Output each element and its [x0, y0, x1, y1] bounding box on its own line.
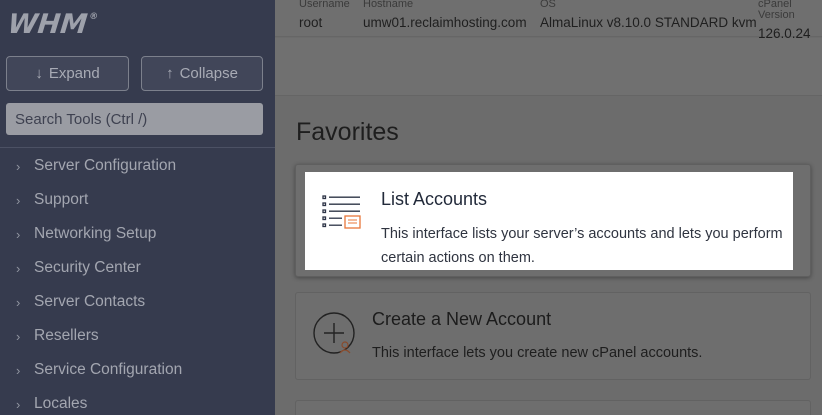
- collapse-button[interactable]: ↑ Collapse: [141, 56, 263, 91]
- sidebar-item-label: Support: [34, 191, 89, 208]
- registered-mark: ®: [88, 12, 99, 22]
- card-title[interactable]: List Accounts: [381, 189, 487, 210]
- chevron-right-icon: ›: [16, 226, 21, 242]
- sidebar-item-label: Networking Setup: [34, 225, 157, 242]
- sidebar-item-networking-setup[interactable]: › Networking Setup: [0, 217, 275, 251]
- highlighted-card-body: List Accounts This interface lists your …: [305, 172, 793, 270]
- expand-label: Expand: [48, 65, 100, 82]
- username-header: Username: [299, 0, 350, 10]
- sidebar-item-support[interactable]: › Support: [0, 183, 275, 217]
- header-band: [275, 38, 822, 96]
- search-placeholder: Search Tools (Ctrl /): [15, 110, 148, 128]
- sidebar-nav: › Server Configuration › Support › Networki…: [0, 149, 275, 415]
- card-description: This interface lists your server’s accou…: [381, 226, 783, 266]
- chevron-right-icon: ›: [16, 158, 21, 174]
- sidebar-item-label: Security Center: [34, 259, 141, 276]
- sidebar-item-service-configuration[interactable]: › Service Configuration: [0, 353, 275, 387]
- sidebar-item-resellers[interactable]: › Resellers: [0, 319, 275, 353]
- sidebar-item-security-center[interactable]: › Security Center: [0, 251, 275, 285]
- username-value: root: [299, 15, 323, 30]
- favorite-card-create-account[interactable]: Create a New Account This interface lets…: [295, 292, 811, 380]
- logo-text: WHM: [6, 9, 89, 40]
- hostname-header: Hostname: [363, 0, 414, 10]
- hostname-column: Hostname umw01.reclaimhosting.com: [363, 0, 527, 30]
- create-account-icon: [313, 312, 355, 354]
- os-column: OS AlmaLinux v8.10.0 STANDARD kvm: [540, 0, 757, 30]
- arrow-down-icon: ↓: [35, 65, 43, 82]
- sidebar-item-server-contacts[interactable]: › Server Contacts: [0, 285, 275, 319]
- favorite-card-partial[interactable]: [295, 400, 811, 415]
- sidebar-divider: [0, 147, 275, 148]
- favorites-title: Favorites: [296, 118, 399, 146]
- chevron-right-icon: ›: [16, 396, 21, 412]
- sidebar-item-label: Service Configuration: [34, 361, 183, 378]
- sidebar-item-server-configuration[interactable]: › Server Configuration: [0, 149, 275, 183]
- sidebar-item-label: Server Contacts: [34, 293, 146, 310]
- version-value: 126.0.24: [758, 26, 811, 41]
- server-info-bar: Username root Hostname umw01.reclaimhost…: [275, 0, 822, 41]
- chevron-right-icon: ›: [16, 260, 21, 276]
- sidebar-item-label: Locales: [34, 395, 88, 412]
- collapse-label: Collapse: [179, 65, 238, 82]
- version-column: cPanel Version 126.0.24: [758, 0, 822, 41]
- list-accounts-icon: [322, 195, 361, 229]
- favorite-card-list-accounts[interactable]: List Accounts This interface lists your …: [295, 164, 811, 277]
- expand-button[interactable]: ↓ Expand: [6, 56, 129, 91]
- chevron-right-icon: ›: [16, 362, 21, 378]
- version-header: cPanel Version: [758, 0, 795, 21]
- sidebar-item-locales[interactable]: › Locales: [0, 387, 275, 415]
- hostname-value: umw01.reclaimhosting.com: [363, 15, 527, 30]
- username-column: Username root: [299, 0, 350, 30]
- card-title[interactable]: Create a New Account: [372, 309, 551, 330]
- whm-logo[interactable]: WHM®: [6, 9, 98, 40]
- os-header: OS: [540, 0, 556, 10]
- sidebar: WHM® ↓ Expand ↑ Collapse Search Tools (C…: [0, 0, 275, 415]
- os-value: AlmaLinux v8.10.0 STANDARD kvm: [540, 15, 757, 30]
- sidebar-item-label: Server Configuration: [34, 157, 177, 174]
- chevron-right-icon: ›: [16, 328, 21, 344]
- chevron-right-icon: ›: [16, 294, 21, 310]
- search-tools-input[interactable]: Search Tools (Ctrl /): [6, 103, 263, 135]
- sidebar-item-label: Resellers: [34, 327, 99, 344]
- arrow-up-icon: ↑: [166, 65, 174, 82]
- card-description: This interface lets you create new cPane…: [372, 345, 703, 361]
- chevron-right-icon: ›: [16, 192, 21, 208]
